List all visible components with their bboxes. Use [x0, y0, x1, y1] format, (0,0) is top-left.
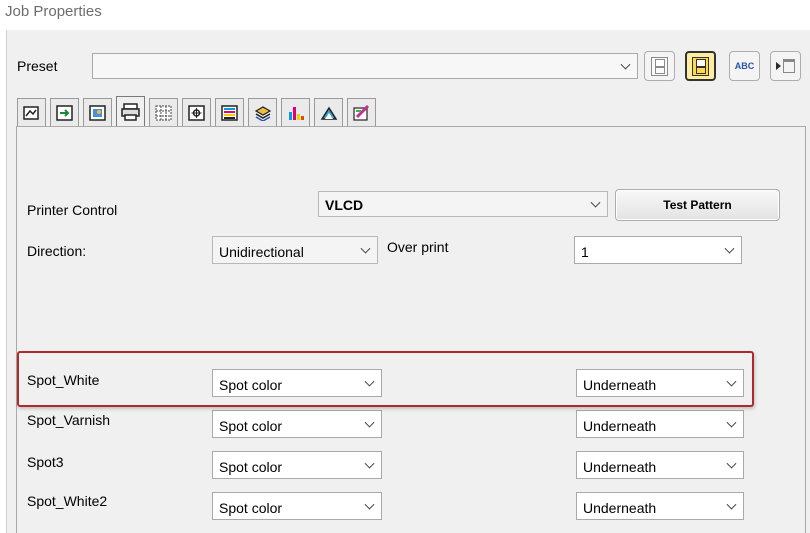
spot-type-value: Spot color [219, 459, 283, 475]
window-title: Job Properties [5, 3, 102, 20]
spot-type-dropdown[interactable]: Spot color [212, 451, 382, 479]
tab-profile[interactable] [314, 98, 343, 126]
chevron-down-icon [724, 243, 735, 254]
chevron-down-icon [620, 59, 631, 70]
delete-preset-button[interactable] [770, 51, 801, 81]
printer-icon [120, 102, 140, 121]
chevron-down-icon [726, 417, 737, 428]
printer-control-value: VLCD [325, 197, 364, 213]
save-as-preset-button[interactable] [685, 51, 716, 81]
channels-icon [288, 106, 304, 120]
tab-image[interactable] [83, 98, 112, 126]
spot-placement-dropdown[interactable]: Underneath [576, 492, 744, 520]
spot-row-name: Spot_White2 [27, 493, 108, 509]
tab-printer[interactable] [116, 96, 145, 126]
trash-icon [783, 59, 795, 73]
arrow-right-icon [776, 62, 781, 70]
tab-strip [17, 96, 380, 126]
direction-label: Direction: [27, 243, 87, 259]
spot-placement-value: Underneath [583, 418, 657, 434]
printer-control-label: Printer Control [27, 202, 118, 218]
spot-type-value: Spot color [219, 418, 283, 434]
tab-media[interactable] [17, 98, 46, 126]
spot-type-dropdown[interactable]: Spot color [212, 492, 382, 520]
save-disk-yellow-icon [692, 56, 709, 76]
chevron-down-icon [360, 243, 371, 254]
layers-icon [254, 105, 271, 121]
over-print-dropdown[interactable]: 1 [574, 236, 742, 264]
spot-placement-dropdown[interactable]: Underneath [576, 410, 744, 438]
tiling-icon [155, 105, 171, 120]
spot-type-dropdown[interactable]: Spot color [212, 410, 382, 438]
image-icon [88, 104, 106, 121]
layout-icon [55, 104, 73, 121]
save-preset-button[interactable] [644, 51, 675, 81]
spot-row-name: Spot3 [27, 454, 64, 470]
spot-white-highlight-box [17, 351, 754, 407]
profile-icon [320, 106, 337, 120]
test-pattern-button[interactable]: Test Pattern [615, 189, 780, 221]
tab-layers[interactable] [248, 98, 277, 126]
chevron-down-icon [364, 417, 375, 428]
over-print-label: Over print [387, 239, 449, 255]
tab-color-edit[interactable] [347, 98, 376, 126]
color-edit-icon [352, 104, 369, 121]
chevron-down-icon [726, 499, 737, 510]
spot-type-value: Spot color [219, 500, 283, 516]
tab-tiling[interactable] [149, 98, 178, 126]
tab-marks[interactable] [182, 98, 211, 126]
marks-icon [187, 104, 205, 121]
preset-dropdown[interactable] [92, 53, 638, 79]
preset-label: Preset [17, 58, 58, 74]
printer-control-dropdown[interactable]: VLCD [318, 191, 608, 217]
chevron-down-icon [364, 499, 375, 510]
spot-placement-value: Underneath [583, 459, 657, 475]
over-print-value: 1 [581, 244, 589, 260]
tab-layout[interactable] [50, 98, 79, 126]
rename-preset-button[interactable]: ABC [729, 51, 760, 81]
abc-rename-icon: ABC [734, 61, 755, 71]
tab-channels[interactable] [281, 98, 310, 126]
chevron-down-icon [726, 458, 737, 469]
media-icon [22, 105, 39, 120]
chevron-down-icon [364, 458, 375, 469]
save-disk-icon [651, 56, 668, 76]
chevron-down-icon [590, 197, 601, 208]
tab-color-bars[interactable] [215, 98, 244, 126]
color-bars-icon [220, 104, 238, 121]
spot-placement-dropdown[interactable]: Underneath [576, 451, 744, 479]
direction-value: Unidirectional [219, 244, 304, 260]
spot-placement-value: Underneath [583, 500, 657, 516]
spot-row-name: Spot_Varnish [27, 412, 111, 428]
direction-dropdown[interactable]: Unidirectional [212, 236, 378, 264]
